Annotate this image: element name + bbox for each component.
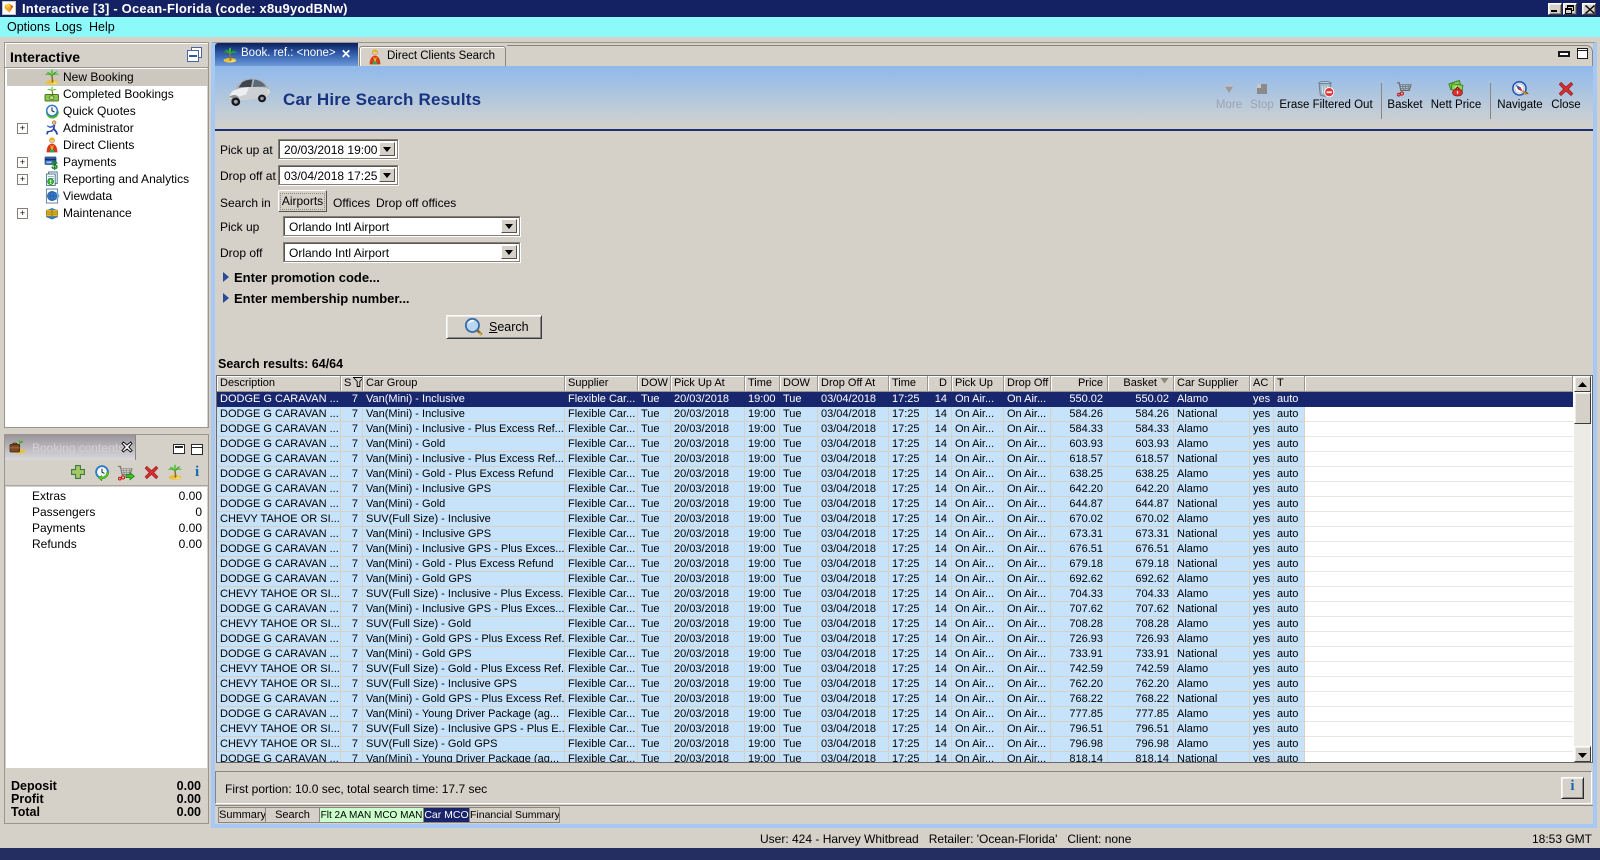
svg-text:$: $ — [52, 160, 58, 170]
